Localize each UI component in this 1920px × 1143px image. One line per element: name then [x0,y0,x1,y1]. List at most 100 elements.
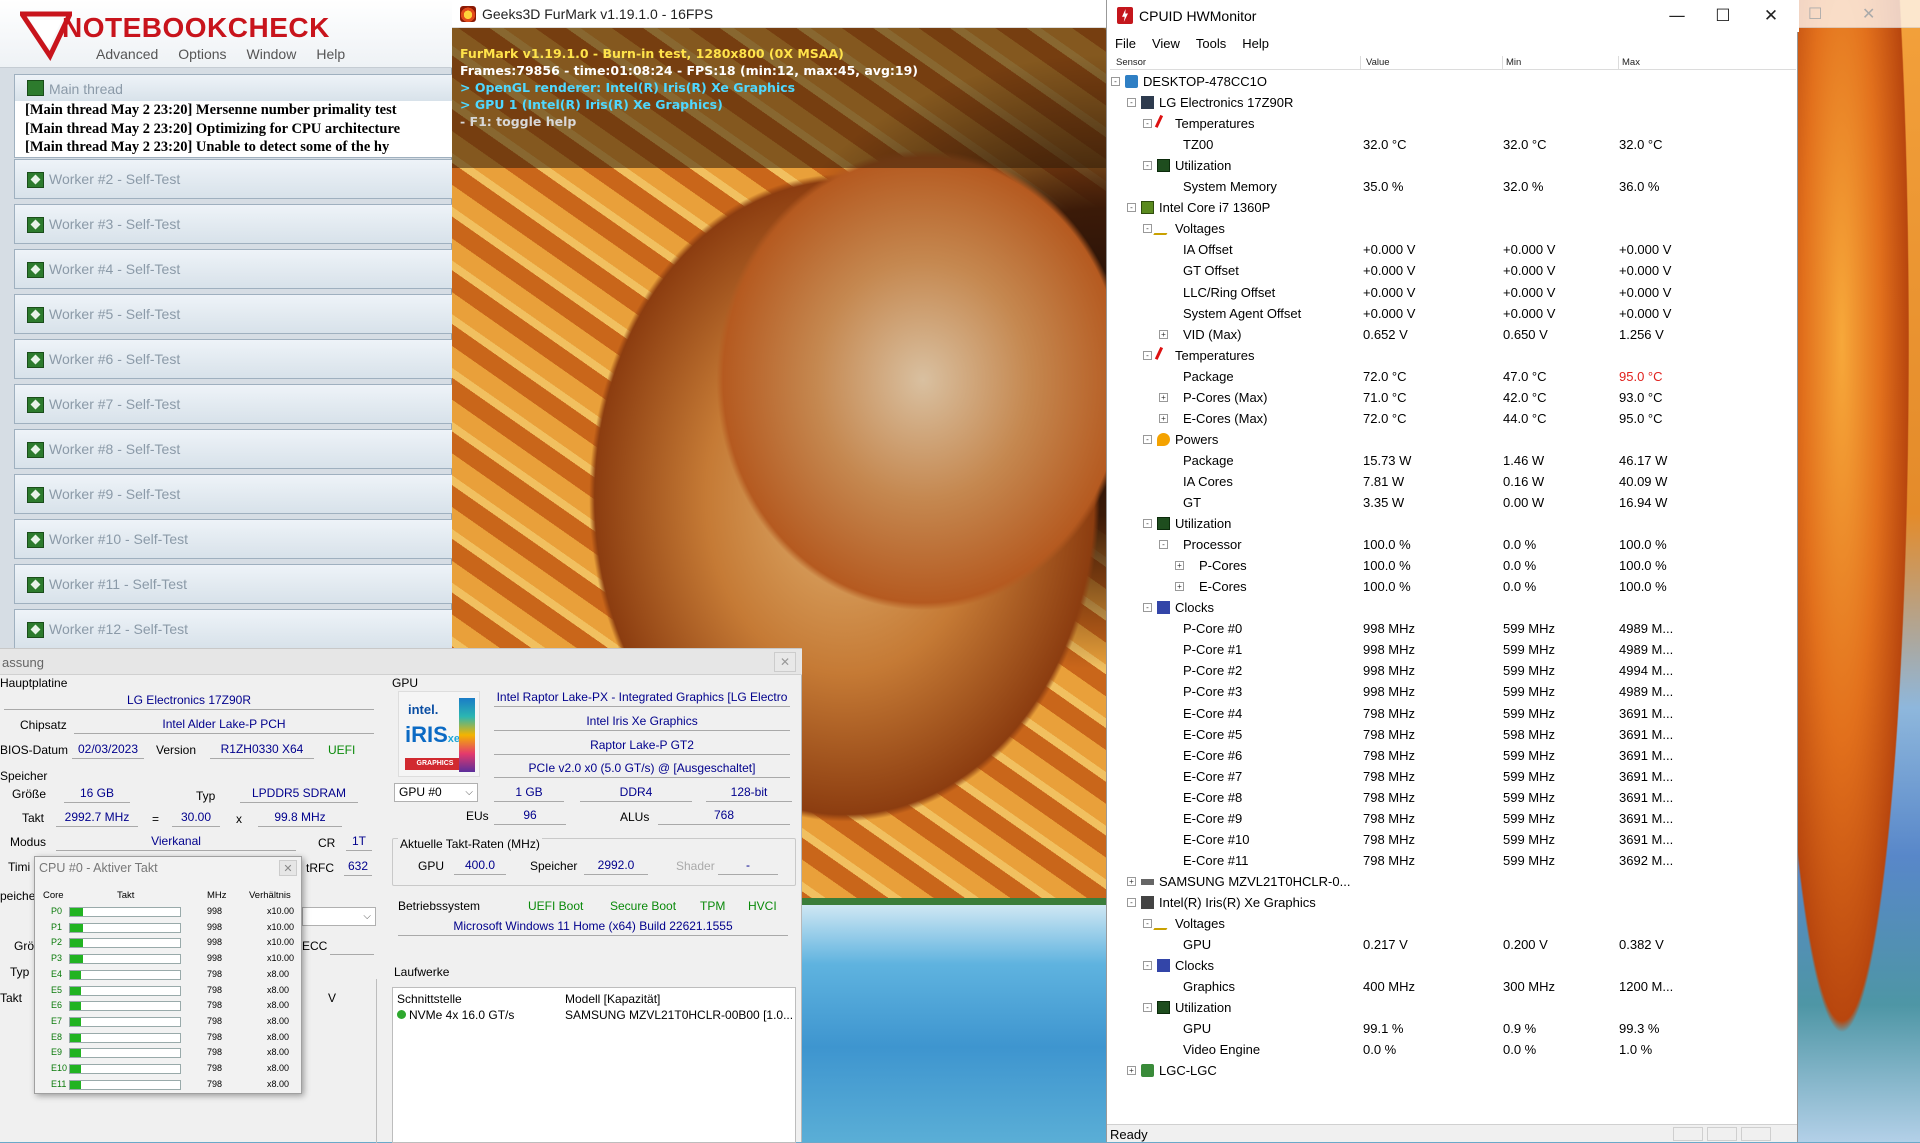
sensor-row[interactable]: E-Core #9 798 MHz 599 MHz 3691 M... [1107,808,1797,829]
worker-window[interactable]: Worker #8 - Self-Test [14,429,452,469]
sensor-row[interactable]: + P-Cores 100.0 % 0.0 % 100.0 % [1107,555,1797,576]
sensor-row[interactable]: + E-Cores 100.0 % 0.0 % 100.0 % [1107,576,1797,597]
sensor-row[interactable]: Video Engine 0.0 % 0.0 % 1.0 % [1107,1039,1797,1060]
sensor-row[interactable]: Package 15.73 W 1.46 W 46.17 W [1107,450,1797,471]
sensor-row[interactable]: P-Core #1 998 MHz 599 MHz 4989 M... [1107,639,1797,660]
main-thread-pane[interactable]: Main thread [Main thread May 2 23:20] Me… [14,74,452,158]
menu-advanced[interactable]: Advanced [96,46,158,62]
worker-window[interactable]: Worker #11 - Self-Test [14,564,452,604]
worker-window[interactable]: Worker #3 - Self-Test [14,204,452,244]
collapse-icon[interactable]: - [1143,224,1152,234]
column-divider[interactable] [1618,56,1619,69]
sensor-row[interactable]: E-Core #6 798 MHz 599 MHz 3691 M... [1107,745,1797,766]
worker-window[interactable]: Worker #12 - Self-Test [14,609,452,649]
menu-help[interactable]: Help [1234,34,1277,54]
hwmonitor-window[interactable]: CPUID HWMonitor — ☐ ✕ File View Tools He… [1106,0,1799,1142]
expand-icon[interactable]: + [1159,329,1168,339]
sensor-row[interactable]: LLC/Ring Offset +0.000 V +0.000 V +0.000 V [1107,282,1797,303]
memory-slot-dropdown[interactable]: ⌵ [302,907,376,926]
sensor-group-row[interactable]: - Intel Core i7 1360P [1107,197,1797,218]
sensor-group-row[interactable]: - Temperatures [1107,113,1797,134]
sensor-row[interactable]: Package 72.0 °C 47.0 °C 95.0 °C [1107,366,1797,387]
sensor-row[interactable]: E-Core #8 798 MHz 599 MHz 3691 M... [1107,787,1797,808]
maximize-button[interactable]: ☐ [1703,4,1743,28]
expand-icon[interactable]: + [1159,413,1168,423]
sensor-row[interactable]: - Processor 100.0 % 0.0 % 100.0 % [1107,534,1797,555]
background-maximize-button[interactable]: ☐ [1808,4,1822,23]
sensor-row[interactable]: GPU 0.217 V 0.200 V 0.382 V [1107,934,1797,955]
sensor-row[interactable]: GT 3.35 W 0.00 W 16.94 W [1107,492,1797,513]
column-divider[interactable] [1502,56,1503,69]
worker-window[interactable]: Worker #4 - Self-Test [14,249,452,289]
collapse-icon[interactable]: - [1143,961,1152,971]
close-icon[interactable]: ✕ [774,652,796,672]
worker-window[interactable]: Worker #2 - Self-Test [14,159,452,199]
sensor-group-row[interactable]: + LGC-LGC [1107,1060,1797,1081]
sensor-group-row[interactable]: - Voltages [1107,913,1797,934]
menu-window[interactable]: Window [247,46,297,62]
sensor-row[interactable]: E-Core #5 798 MHz 598 MHz 3691 M... [1107,724,1797,745]
expand-icon[interactable]: + [1175,561,1184,571]
collapse-icon[interactable]: - [1143,919,1152,928]
sensor-row[interactable]: GT Offset +0.000 V +0.000 V +0.000 V [1107,260,1797,281]
collapse-icon[interactable]: - [1127,203,1136,213]
sensor-row[interactable]: E-Core #10 798 MHz 599 MHz 3691 M... [1107,829,1797,850]
sensor-row[interactable]: System Agent Offset +0.000 V +0.000 V +0.00… [1107,303,1797,324]
sensor-row[interactable]: + E-Cores (Max) 72.0 °C 44.0 °C 95.0 °C [1107,408,1797,429]
sensor-group-row[interactable]: - Clocks [1107,955,1797,976]
minimize-button[interactable]: — [1657,4,1697,28]
col-max[interactable]: Max [1622,57,1640,68]
sensor-row[interactable]: Graphics 400 MHz 300 MHz 1200 M... [1107,976,1797,997]
menu-tools[interactable]: Tools [1188,34,1234,54]
prime95-window[interactable]: NOTEBOOKCHECK Advanced Options Window He… [0,0,452,655]
hwmonitor-titlebar[interactable]: CPUID HWMonitor — ☐ ✕ [1107,0,1799,32]
menu-options[interactable]: Options [178,46,226,62]
sensor-row[interactable]: E-Core #4 798 MHz 599 MHz 3691 M... [1107,703,1797,724]
column-divider[interactable] [1360,56,1361,69]
sensor-group-row[interactable]: - LG Electronics 17Z90R [1107,92,1797,113]
collapse-icon[interactable]: - [1143,350,1152,360]
menu-help[interactable]: Help [316,46,345,62]
worker-window[interactable]: Worker #7 - Self-Test [14,384,452,424]
close-button[interactable]: ✕ [1751,4,1791,28]
background-close-button[interactable]: ✕ [1862,4,1875,23]
sensor-row[interactable]: + P-Cores (Max) 71.0 °C 42.0 °C 93.0 °C [1107,387,1797,408]
collapse-icon[interactable]: - [1143,603,1152,613]
sensor-group-row[interactable]: + SAMSUNG MZVL21T0HCLR-0... [1107,871,1797,892]
sensor-row[interactable]: TZ00 32.0 °C 32.0 °C 32.0 °C [1107,134,1797,155]
sensor-row[interactable]: IA Cores 7.81 W 0.16 W 40.09 W [1107,471,1797,492]
gpu-selector-dropdown[interactable]: GPU #0 ⌵ [394,783,478,802]
col-value[interactable]: Value [1366,57,1390,68]
sensor-row[interactable]: + VID (Max) 0.652 V 0.650 V 1.256 V [1107,324,1797,345]
collapse-icon[interactable]: - [1143,519,1152,529]
sensor-row[interactable]: IA Offset +0.000 V +0.000 V +0.000 V [1107,239,1797,260]
close-icon[interactable]: ✕ [279,860,297,876]
sensor-row[interactable]: System Memory 35.0 % 32.0 % 36.0 % [1107,176,1797,197]
collapse-icon[interactable]: - [1127,98,1136,108]
sensor-group-row[interactable]: - DESKTOP-478CC1O [1107,71,1797,92]
sensor-group-row[interactable]: - Clocks [1107,597,1797,618]
expand-icon[interactable]: + [1127,876,1136,886]
sensor-row[interactable]: E-Core #11 798 MHz 599 MHz 3692 M... [1107,850,1797,871]
sensor-group-row[interactable]: - Powers [1107,429,1797,450]
expand-icon[interactable]: + [1175,582,1184,592]
menu-view[interactable]: View [1144,34,1188,54]
collapse-icon[interactable]: - [1143,434,1152,444]
worker-window[interactable]: Worker #6 - Self-Test [14,339,452,379]
col-sensor[interactable]: Sensor [1116,57,1146,68]
sensor-group-row[interactable]: - Utilization [1107,513,1797,534]
sensor-row[interactable]: E-Core #7 798 MHz 599 MHz 3691 M... [1107,766,1797,787]
collapse-icon[interactable]: - [1143,119,1152,129]
sensor-row[interactable]: P-Core #3 998 MHz 599 MHz 4989 M... [1107,681,1797,702]
worker-window[interactable]: Worker #10 - Self-Test [14,519,452,559]
sensor-group-row[interactable]: - Intel(R) Iris(R) Xe Graphics [1107,892,1797,913]
menu-file[interactable]: File [1107,34,1144,54]
furmark-titlebar[interactable]: Geeks3D FurMark v1.19.1.0 - 16FPS [452,0,1106,28]
sensor-group-row[interactable]: - Temperatures [1107,345,1797,366]
summary-titlebar[interactable]: assung ✕ [0,649,802,675]
sensor-row[interactable]: P-Core #2 998 MHz 599 MHz 4994 M... [1107,660,1797,681]
col-min[interactable]: Min [1506,57,1521,68]
collapse-icon[interactable]: - [1127,897,1136,907]
sensor-row[interactable]: P-Core #0 998 MHz 599 MHz 4989 M... [1107,618,1797,639]
collapse-icon[interactable]: - [1111,77,1120,86]
